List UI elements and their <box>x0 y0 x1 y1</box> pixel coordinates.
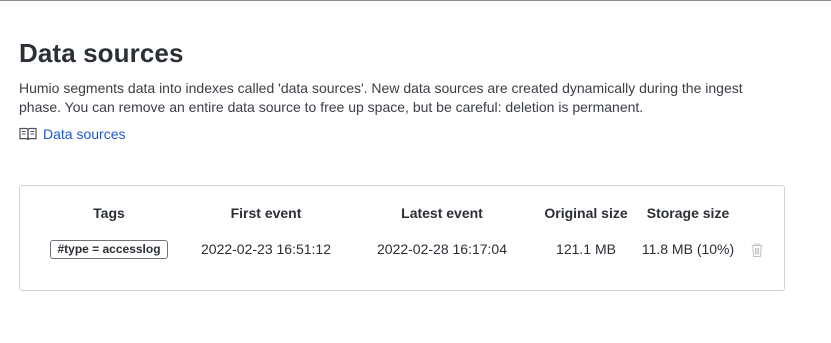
latest-event-cell: 2022-02-28 16:17:04 <box>377 241 507 257</box>
first-event-cell: 2022-02-23 16:51:12 <box>201 241 331 257</box>
page-title: Data sources <box>19 38 184 68</box>
column-header-first-event: First event <box>230 205 302 221</box>
original-size-cell: 121.1 MB <box>556 241 616 257</box>
data-sources-table: Tags First event Latest event Original s… <box>19 185 785 291</box>
column-header-latest-event: Latest event <box>401 205 483 221</box>
page-description: Humio segments data into indexes called … <box>19 80 743 115</box>
column-header-original-size: Original size <box>544 205 628 221</box>
data-sources-doc-link[interactable]: Data sources <box>19 126 125 142</box>
column-header-storage-size: Storage size <box>646 205 730 221</box>
top-divider <box>0 0 831 1</box>
column-header-tags: Tags <box>93 205 125 221</box>
tag-badge[interactable]: #type = accesslog <box>50 240 168 259</box>
doc-link-label: Data sources <box>43 126 126 142</box>
book-icon <box>19 127 37 141</box>
tag-cell: #type = accesslog <box>38 240 180 259</box>
trash-icon <box>749 243 765 261</box>
delete-data-source-button[interactable] <box>749 242 765 258</box>
storage-size-cell: 11.8 MB (10%) <box>641 241 735 257</box>
